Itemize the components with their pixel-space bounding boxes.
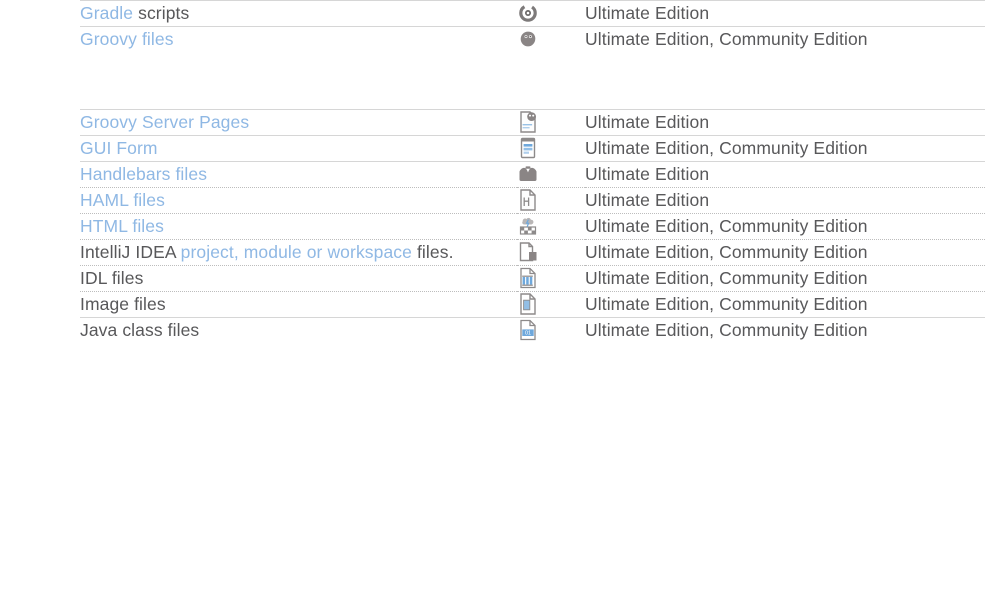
file-type-name-cell: Gradle scripts: [80, 1, 517, 27]
table-row: HTML files Ultimate Edition, Community Ed…: [80, 214, 985, 240]
editions-cell: Ultimate Edition, Community Edition: [585, 240, 985, 266]
file-type-name-cell: Java class files: [80, 318, 517, 344]
editions-cell: Ultimate Edition, Community Edition: [585, 136, 985, 162]
table-row: Handlebars files Ultimate Edition: [80, 162, 985, 188]
file-type-name-cell: Groovy files: [80, 27, 517, 53]
file-type-icon-cell: [517, 188, 585, 214]
file-types-table: Gradle scriptsUltimate EditionGroovy fil…: [80, 0, 985, 343]
file-type-name-cell: Handlebars files: [80, 162, 517, 188]
file-type-text: Image files: [80, 294, 166, 314]
spacer-cell: [80, 52, 985, 110]
editions-cell: Ultimate Edition: [585, 110, 985, 136]
groovy-icon: [517, 27, 539, 51]
svg-text:01: 01: [525, 331, 531, 337]
editions-cell: Ultimate Edition, Community Edition: [585, 27, 985, 53]
editions-cell: Ultimate Edition, Community Edition: [585, 292, 985, 318]
table-row: HAML files Ultimate Edition: [80, 188, 985, 214]
file-type-link[interactable]: GUI Form: [80, 138, 158, 158]
file-type-name-cell: Image files: [80, 292, 517, 318]
idl-icon: [517, 266, 539, 290]
table-row: GUI Form Ultimate Edition, Community Edit…: [80, 136, 985, 162]
table-row: Image files Ultimate Edition, Community E…: [80, 292, 985, 318]
file-type-link[interactable]: HAML files: [80, 190, 165, 210]
file-type-name-cell: IntelliJ IDEA project, module or workspa…: [80, 240, 517, 266]
file-type-icon-cell: [517, 27, 585, 53]
file-types-table-body: Gradle scriptsUltimate EditionGroovy fil…: [80, 1, 985, 344]
file-type-link[interactable]: Groovy Server Pages: [80, 112, 249, 132]
image-icon: [517, 292, 539, 316]
file-type-text: files.: [412, 242, 454, 262]
intellij-project-icon: [517, 240, 539, 264]
file-type-link[interactable]: Groovy files: [80, 29, 174, 49]
editions-cell: Ultimate Edition: [585, 162, 985, 188]
table-row-spacer: [80, 52, 985, 110]
file-type-name-cell: HTML files: [80, 214, 517, 240]
file-type-link[interactable]: Gradle: [80, 3, 133, 23]
file-type-text: Java class files: [80, 320, 199, 340]
file-type-icon-cell: [517, 292, 585, 318]
file-type-icon-cell: [517, 1, 585, 27]
haml-icon: [517, 188, 539, 212]
file-type-icon-cell: 01: [517, 318, 585, 344]
file-type-text: IntelliJ IDEA: [80, 242, 181, 262]
file-type-icon-cell: [517, 214, 585, 240]
table-row: IntelliJ IDEA project, module or workspa…: [80, 240, 985, 266]
editions-cell: Ultimate Edition: [585, 1, 985, 27]
editions-cell: Ultimate Edition, Community Edition: [585, 266, 985, 292]
editions-cell: Ultimate Edition, Community Edition: [585, 318, 985, 344]
groovy-server-pages-icon: [517, 110, 539, 134]
gui-form-icon: [517, 136, 539, 160]
editions-cell: Ultimate Edition, Community Edition: [585, 214, 985, 240]
file-type-name-cell: IDL files: [80, 266, 517, 292]
file-type-icon-cell: [517, 110, 585, 136]
file-type-icon-cell: [517, 162, 585, 188]
file-type-text: scripts: [133, 3, 189, 23]
file-type-link[interactable]: Handlebars files: [80, 164, 207, 184]
table-row: Gradle scripts Ultimate Edition: [80, 1, 985, 27]
table-row: Java class files 01 Ultimate Edition, Comm…: [80, 318, 985, 344]
editions-cell: Ultimate Edition: [585, 188, 985, 214]
table-row: IDL files Ultimate Edition, Community Edi…: [80, 266, 985, 292]
file-type-name-cell: HAML files: [80, 188, 517, 214]
table-row: Groovy Server Pages Ultimate Edition: [80, 110, 985, 136]
file-type-icon-cell: [517, 240, 585, 266]
handlebars-icon: [517, 162, 539, 186]
gradle-icon: [517, 1, 539, 25]
file-type-name-cell: Groovy Server Pages: [80, 110, 517, 136]
table-row: Groovy files Ultimate Edition, Community …: [80, 27, 985, 53]
java-class-icon: 01: [517, 318, 539, 342]
file-type-icon-cell: [517, 136, 585, 162]
file-type-link[interactable]: HTML files: [80, 216, 164, 236]
file-type-link[interactable]: project, module or workspace: [181, 242, 412, 262]
file-type-text: IDL files: [80, 268, 143, 288]
file-type-icon-cell: [517, 266, 585, 292]
html-icon: [517, 214, 539, 238]
file-type-name-cell: GUI Form: [80, 136, 517, 162]
